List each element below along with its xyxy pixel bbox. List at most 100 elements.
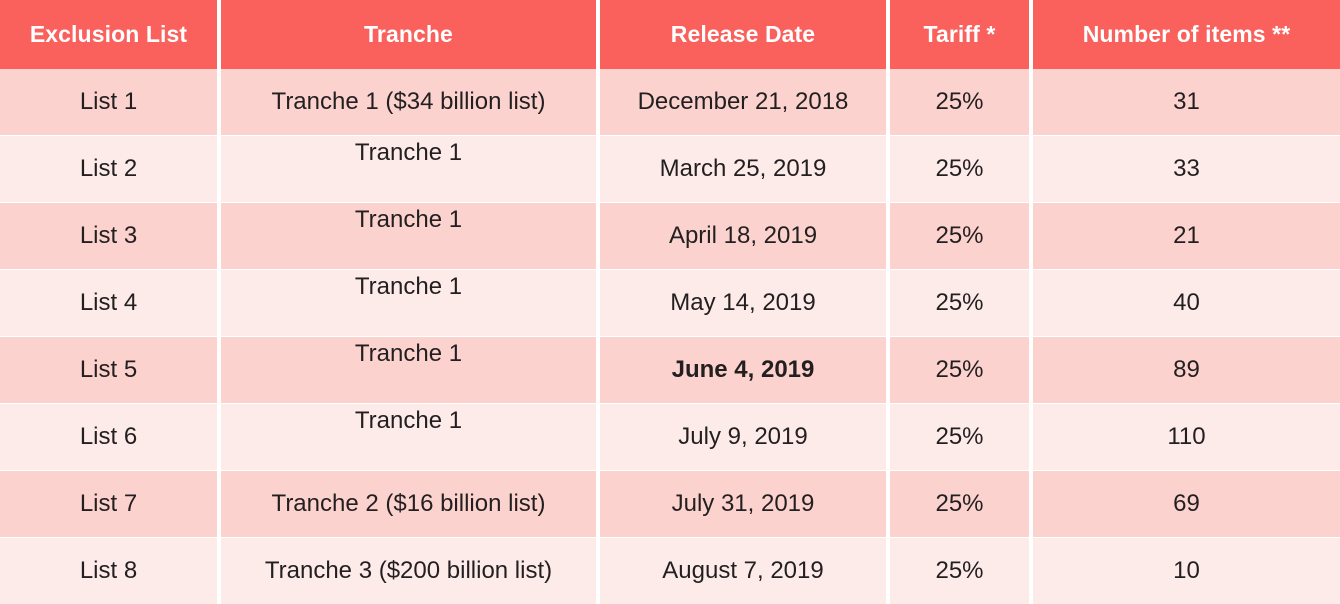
- table-row: List 4 Tranche 1 May 14, 2019 25% 40: [0, 270, 1340, 336]
- column-header-label: Exclusion List: [29, 21, 188, 47]
- cell-value: August 7, 2019: [662, 556, 824, 584]
- table-row: List 2 Tranche 1 March 25, 2019 25% 33: [0, 136, 1340, 202]
- cell-value: 40: [1173, 288, 1200, 316]
- cell-value: 25%: [935, 87, 984, 115]
- cell-value: 25%: [935, 221, 984, 249]
- cell-value: List 2: [79, 154, 138, 182]
- cell-exclusion_list: List 3: [0, 203, 217, 269]
- cell-exclusion_list: List 2: [0, 136, 217, 202]
- table-row: List 8 Tranche 3 ($200 billion list) Augus…: [0, 538, 1340, 604]
- column-header-tariff: Tariff *: [890, 0, 1029, 69]
- cell-tariff: 25%: [890, 69, 1029, 135]
- cell-value: List 5: [79, 355, 138, 383]
- cell-tariff: 25%: [890, 337, 1029, 403]
- cell-value: Tranche 2 ($16 billion list): [271, 489, 546, 517]
- cell-value: Tranche 1: [354, 273, 463, 300]
- table-row: List 3 Tranche 1 April 18, 2019 25% 21: [0, 203, 1340, 269]
- cell-value: 31: [1173, 87, 1200, 115]
- cell-value: December 21, 2018: [637, 87, 849, 115]
- cell-value: Tranche 1: [354, 407, 463, 434]
- cell-value: March 25, 2019: [659, 154, 827, 182]
- cell-value: 110: [1167, 422, 1206, 450]
- cell-tranche: Tranche 1: [221, 203, 596, 269]
- table-row: List 1 Tranche 1 ($34 billion list) Decemb…: [0, 69, 1340, 135]
- cell-tranche: Tranche 1: [221, 270, 596, 336]
- table-body: List 1 Tranche 1 ($34 billion list) Decemb…: [0, 69, 1340, 604]
- cell-release_date: July 9, 2019: [600, 404, 886, 470]
- cell-tranche: Tranche 1: [221, 136, 596, 202]
- column-header-release-date: Release Date: [600, 0, 886, 69]
- column-header-number-of-items: Number of items **: [1033, 0, 1340, 69]
- cell-value: Tranche 1: [354, 340, 463, 367]
- cell-tariff: 25%: [890, 538, 1029, 604]
- cell-value: July 9, 2019: [678, 422, 808, 450]
- cell-tranche: Tranche 1 ($34 billion list): [221, 69, 596, 135]
- cell-tariff: 25%: [890, 404, 1029, 470]
- cell-value: July 31, 2019: [671, 489, 815, 517]
- column-header-exclusion-list: Exclusion List: [0, 0, 217, 69]
- cell-value: 25%: [935, 288, 984, 316]
- cell-release_date: June 4, 2019: [600, 337, 886, 403]
- cell-value: Tranche 1: [354, 139, 463, 166]
- cell-tranche: Tranche 1: [221, 337, 596, 403]
- cell-value: List 6: [79, 422, 138, 450]
- cell-tranche: Tranche 3 ($200 billion list): [221, 538, 596, 604]
- cell-release_date: December 21, 2018: [600, 69, 886, 135]
- cell-value: 89: [1173, 355, 1200, 383]
- cell-number_of_items: 33: [1033, 136, 1340, 202]
- cell-value: June 4, 2019: [671, 355, 815, 383]
- cell-number_of_items: 10: [1033, 538, 1340, 604]
- cell-value: Tranche 1 ($34 billion list): [271, 87, 546, 115]
- cell-value: 25%: [935, 154, 984, 182]
- cell-value: April 18, 2019: [668, 221, 818, 249]
- table-row: List 5 Tranche 1 June 4, 2019 25% 89: [0, 337, 1340, 403]
- cell-tranche: Tranche 1: [221, 404, 596, 470]
- cell-exclusion_list: List 7: [0, 471, 217, 537]
- cell-exclusion_list: List 4: [0, 270, 217, 336]
- column-header-label: Number of items **: [1082, 21, 1291, 47]
- column-header-tranche: Tranche: [221, 0, 596, 69]
- cell-tariff: 25%: [890, 203, 1029, 269]
- cell-release_date: April 18, 2019: [600, 203, 886, 269]
- cell-value: 25%: [935, 556, 984, 584]
- cell-value: List 4: [79, 288, 138, 316]
- cell-release_date: August 7, 2019: [600, 538, 886, 604]
- cell-value: Tranche 3 ($200 billion list): [264, 556, 553, 584]
- cell-value: List 7: [79, 489, 138, 517]
- cell-tariff: 25%: [890, 136, 1029, 202]
- cell-number_of_items: 31: [1033, 69, 1340, 135]
- cell-tranche: Tranche 2 ($16 billion list): [221, 471, 596, 537]
- cell-value: List 1: [79, 87, 138, 115]
- cell-release_date: July 31, 2019: [600, 471, 886, 537]
- cell-exclusion_list: List 1: [0, 69, 217, 135]
- cell-number_of_items: 69: [1033, 471, 1340, 537]
- cell-value: 33: [1173, 154, 1200, 182]
- cell-value: May 14, 2019: [670, 288, 816, 316]
- cell-number_of_items: 110: [1033, 404, 1340, 470]
- cell-value: List 3: [79, 221, 138, 249]
- cell-value: 69: [1173, 489, 1200, 517]
- cell-number_of_items: 89: [1033, 337, 1340, 403]
- cell-tariff: 25%: [890, 471, 1029, 537]
- table-row: List 7 Tranche 2 ($16 billion list) July 3…: [0, 471, 1340, 537]
- cell-exclusion_list: List 6: [0, 404, 217, 470]
- cell-value: 25%: [935, 489, 984, 517]
- cell-value: 21: [1173, 221, 1200, 249]
- cell-value: 10: [1173, 556, 1200, 584]
- column-header-label: Release Date: [670, 21, 816, 47]
- cell-exclusion_list: List 8: [0, 538, 217, 604]
- cell-number_of_items: 21: [1033, 203, 1340, 269]
- column-header-label: Tariff *: [923, 21, 996, 47]
- table-row: List 6 Tranche 1 July 9, 2019 25% 110: [0, 404, 1340, 470]
- cell-exclusion_list: List 5: [0, 337, 217, 403]
- cell-tariff: 25%: [890, 270, 1029, 336]
- cell-value: Tranche 1: [354, 206, 463, 233]
- cell-number_of_items: 40: [1033, 270, 1340, 336]
- cell-value: 25%: [935, 422, 984, 450]
- column-header-label: Tranche: [364, 21, 453, 47]
- cell-value: List 8: [79, 556, 138, 584]
- exclusion-list-table: Exclusion List Tranche Release Date Tari…: [0, 0, 1340, 604]
- cell-value: 25%: [935, 355, 984, 383]
- cell-release_date: May 14, 2019: [600, 270, 886, 336]
- table-header-row: Exclusion List Tranche Release Date Tari…: [0, 0, 1340, 69]
